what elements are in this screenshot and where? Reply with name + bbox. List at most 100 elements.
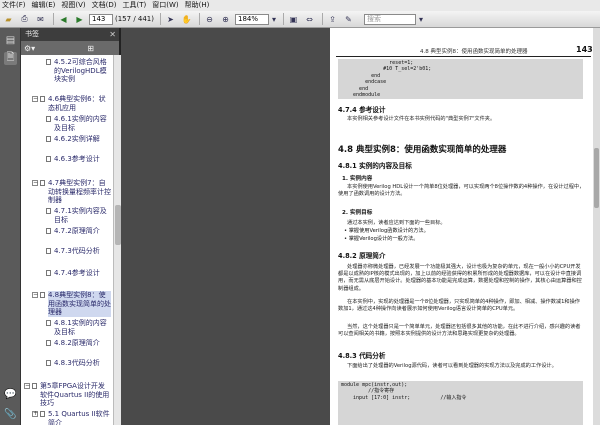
toolbar-divider	[199, 13, 200, 25]
bookmark-page-icon	[46, 248, 51, 254]
zoom-in-icon[interactable]: ⊕	[219, 13, 232, 26]
fit-page-icon[interactable]: ▣	[287, 13, 300, 26]
bookmark-item[interactable]: 4.8.3代码分析	[21, 359, 113, 378]
bookmark-item[interactable]: − 第5章FPGA设计开发软件Quartus II的使用技巧	[21, 382, 113, 410]
header-rule	[336, 56, 591, 57]
page-count-label: (157 / 441)	[115, 15, 154, 23]
toolbar-divider	[53, 13, 54, 25]
bookmarks-scroll-thumb[interactable]	[115, 205, 121, 245]
menu-bar: 文件(F) 编辑(E) 视图(V) 文档(D) 工具(T) 窗口(W) 帮助(H…	[0, 0, 600, 11]
bookmark-label: 4.8.1实例的内容及目标	[54, 319, 107, 336]
section-heading-4-8: 4.8 典型实例8：使用函数实现简单的处理器	[338, 145, 507, 155]
subheading-content: 1. 实例内容	[342, 176, 373, 182]
menu-edit[interactable]: 编辑(E)	[32, 0, 56, 11]
navigation-rail: ▤ 🗎 💬 📎	[0, 28, 21, 425]
close-icon[interactable]: ✕	[109, 28, 116, 41]
search-dropdown-icon[interactable]: ▾	[418, 13, 424, 26]
bookmark-item[interactable]: − 4.8典型实例8：使用函数实现简单的处理器	[21, 291, 113, 319]
bookmarks-panel-icon[interactable]: 🗎	[4, 52, 17, 65]
bookmark-label: 4.5.2可综合风格的VerilogHDL模块实例	[54, 58, 107, 84]
bookmark-item[interactable]: 4.6.1实例的内容及目标	[21, 115, 113, 134]
options-gear-icon[interactable]: ⚙▾	[24, 44, 35, 53]
pages-panel-icon[interactable]: ▤	[4, 34, 17, 47]
bookmark-item[interactable]: 4.6.2实例详解	[21, 135, 113, 154]
bookmark-item[interactable]: 4.7.3代码分析	[21, 247, 113, 266]
toolbar-divider	[283, 13, 284, 25]
bookmark-page-icon	[46, 340, 51, 346]
prev-page-icon[interactable]: ◀	[57, 13, 70, 26]
comment-icon[interactable]: ✎	[342, 13, 355, 26]
bookmark-page-icon	[46, 59, 51, 65]
collapse-icon[interactable]: −	[24, 383, 30, 389]
paragraph-4-7-4: 本实例相关参考设计文件在本书实例代码的"典型实例7"文件夹。	[347, 116, 496, 122]
bookmarks-scrollbar[interactable]	[113, 55, 121, 425]
expand-icon[interactable]: +	[32, 411, 38, 417]
bookmark-page-icon	[46, 270, 51, 276]
zoom-out-icon[interactable]: ⊖	[203, 13, 216, 26]
section-heading-4-8-1: 4.8.1 实例的内容及目标	[338, 162, 412, 170]
bookmark-item[interactable]: 4.8.2原理简介	[21, 339, 113, 358]
bookmark-item[interactable]: 4.8.1实例的内容及目标	[21, 319, 113, 338]
bookmark-page-icon	[46, 320, 51, 326]
menu-document[interactable]: 文档(D)	[92, 0, 117, 11]
bookmark-label: 第5章FPGA设计开发软件Quartus II的使用技巧	[40, 382, 110, 408]
zoom-level-input[interactable]	[235, 13, 269, 25]
section-heading-4-7-4: 4.7.4 参考设计	[338, 106, 386, 114]
menu-window[interactable]: 窗口(W)	[152, 0, 178, 11]
bookmark-page-icon	[40, 292, 45, 298]
zoom-dropdown-icon[interactable]: ▾	[271, 13, 277, 26]
code-block-top: reset=1; #10 T_sel=2'b01; end endcase en…	[338, 59, 583, 100]
bookmark-label: 4.7.3代码分析	[54, 247, 100, 255]
bookmark-item[interactable]: 4.7.1实例内容及目标	[21, 207, 113, 226]
collapse-icon[interactable]: −	[32, 96, 38, 102]
bookmark-page-icon	[46, 136, 51, 142]
email-icon[interactable]: ✉	[34, 13, 47, 26]
paragraph-content: 本实例使用Verilog HDL设计一个简单8位处理器，可以实现两个8位操作数的…	[338, 184, 585, 198]
bookmark-item[interactable]: − 4.7典型实例7：自动转换量程频率计控制器	[21, 179, 113, 207]
section-heading-4-8-3: 4.8.3 代码分析	[338, 352, 386, 360]
hand-tool-icon[interactable]: ✋	[180, 13, 193, 26]
bookmark-page-icon	[46, 116, 51, 122]
search-input[interactable]	[364, 13, 416, 25]
bookmark-item[interactable]: +5.1 Quartus II软件简介	[21, 410, 113, 425]
bookmark-label: 4.7.4参考设计	[54, 269, 100, 277]
bookmark-label: 4.7.2原理简介	[54, 227, 100, 235]
share-icon[interactable]: ⇪	[326, 13, 339, 26]
fit-width-icon[interactable]: ⇔	[303, 13, 316, 26]
attachments-panel-icon[interactable]: 📎	[4, 408, 17, 421]
paragraph-4-8-2-a: 处理器亦称微处理器，已经发展一个功能极其强大，设计也极为复杂的单元，现在一般小小…	[338, 264, 582, 292]
bookmark-item[interactable]: 4.7.4参考设计	[21, 269, 113, 288]
open-folder-icon[interactable]: ▰	[2, 13, 15, 26]
collapse-icon[interactable]: −	[32, 180, 38, 186]
paragraph-goal: 通过本实例，读者应达到下面的一些目标。	[347, 220, 446, 226]
menu-tools[interactable]: 工具(T)	[123, 0, 147, 11]
bookmarks-toolbar: ⚙▾ ⊞	[21, 41, 119, 55]
running-head: 4.8 典型实例8：使用函数实现简单的处理器	[420, 49, 528, 55]
bookmarks-panel-title: 书签	[25, 30, 39, 38]
bookmarks-panel-header: 书签 ✕	[21, 28, 119, 41]
document-viewport[interactable]: 4.8 典型实例8：使用函数实现简单的处理器 143 reset=1; #10 …	[123, 28, 600, 425]
bookmark-item[interactable]: 4.7.2原理简介	[21, 227, 113, 246]
bookmark-page-icon	[32, 383, 37, 389]
bookmark-item[interactable]: 4.5.2可综合风格的VerilogHDL模块实例	[21, 58, 113, 94]
bookmark-item[interactable]: 4.6.3参考设计	[21, 155, 113, 174]
paragraph-4-8-2-c: 当然，这个处理器只是一个简单单元，处理器还包括很多其他的功能，在此不进行介绍，感…	[338, 324, 581, 338]
menu-help[interactable]: 帮助(H)	[185, 0, 210, 11]
bookmark-item[interactable]: − 4.6典型实例6：状态机应用	[21, 95, 113, 114]
select-tool-icon[interactable]: ➤	[164, 13, 177, 26]
expand-bookmark-icon[interactable]: ⊞	[87, 44, 94, 53]
goal-bullet-1: • 掌握使用Verilog函数设计的方法。	[344, 228, 429, 234]
next-page-icon[interactable]: ▶	[73, 13, 86, 26]
menu-view[interactable]: 视图(V)	[61, 0, 85, 11]
bookmark-label: 4.6.3参考设计	[54, 155, 100, 163]
pdf-reader-window: 文件(F) 编辑(E) 视图(V) 文档(D) 工具(T) 窗口(W) 帮助(H…	[0, 0, 600, 425]
print-icon[interactable]: ⎙	[18, 13, 31, 26]
collapse-icon[interactable]: −	[32, 292, 38, 298]
page-number-input[interactable]	[89, 13, 113, 25]
document-scrollbar[interactable]	[593, 28, 600, 425]
menu-file[interactable]: 文件(F)	[2, 0, 26, 11]
comments-panel-icon[interactable]: 💬	[4, 388, 17, 401]
document-scroll-thumb[interactable]	[594, 148, 599, 208]
bookmark-page-icon	[46, 228, 51, 234]
bookmark-page-icon	[40, 411, 45, 417]
